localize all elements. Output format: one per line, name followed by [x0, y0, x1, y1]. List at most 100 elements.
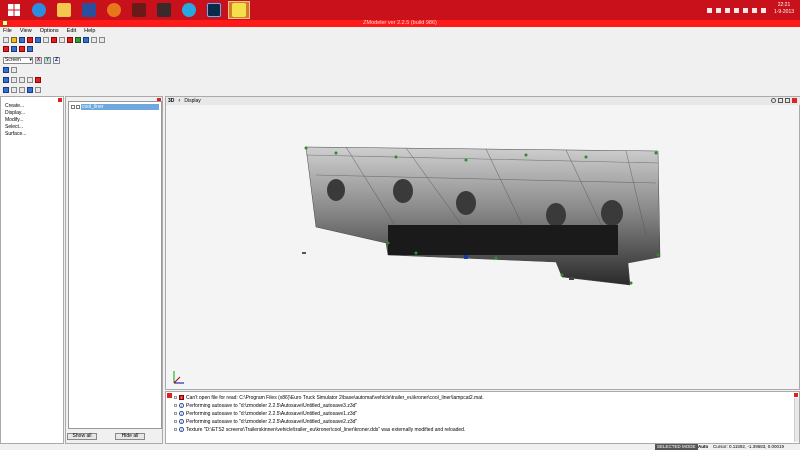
tray-app-icon[interactable]	[725, 7, 730, 13]
info-icon: i	[179, 403, 184, 408]
log-text: Performing autosave to "d:\zmodeler 2.2.…	[186, 418, 358, 425]
rotate-tool-icon[interactable]	[19, 46, 25, 52]
file-explorer-icon[interactable]	[53, 1, 75, 19]
clock[interactable]: 22:21 1-9-2013	[774, 2, 794, 16]
log-text: Performing autosave to "d:\zmodeler 2.2.…	[186, 402, 358, 409]
pick-icon[interactable]	[27, 87, 33, 93]
expand-icon[interactable]	[174, 404, 177, 407]
tray-app-icon[interactable]	[716, 7, 721, 13]
visibility-checkbox[interactable]	[76, 105, 80, 109]
game-icon[interactable]	[153, 1, 175, 19]
tray-arrow-icon[interactable]	[707, 7, 712, 13]
copy-icon[interactable]	[35, 37, 41, 43]
firefox-icon[interactable]	[103, 1, 125, 19]
console-close-icon[interactable]	[167, 393, 172, 398]
menu-view[interactable]: View	[20, 28, 32, 34]
restore-icon[interactable]	[778, 98, 783, 103]
menu-help[interactable]: Help	[84, 28, 95, 34]
close-icon[interactable]	[792, 98, 797, 103]
move-tool-icon[interactable]	[11, 46, 17, 52]
save-app-icon[interactable]	[78, 1, 100, 19]
log-text: Can't open file for read: C:\Program Fil…	[186, 394, 484, 401]
tray-network-icon[interactable]	[752, 7, 757, 13]
hide-all-button[interactable]: Hide all	[115, 433, 145, 440]
axis-z-button[interactable]: Z	[53, 56, 60, 64]
save-icon[interactable]	[19, 37, 25, 43]
view-select[interactable]: Screen ▾	[3, 56, 33, 64]
lasso-icon[interactable]	[19, 87, 25, 93]
ets2-icon[interactable]	[128, 1, 150, 19]
dropdown-icon[interactable]	[11, 67, 17, 73]
menu-file[interactable]: File	[3, 28, 12, 34]
photoshop-icon[interactable]	[203, 1, 225, 19]
expand-icon[interactable]	[71, 105, 75, 109]
dropdown-icon[interactable]	[35, 87, 41, 93]
grid-icon[interactable]	[91, 37, 97, 43]
command-modify[interactable]: Modify...	[5, 117, 24, 123]
menu-options[interactable]: Options	[40, 28, 59, 34]
select-vertex-icon[interactable]	[3, 77, 9, 83]
command-surface[interactable]: Surface...	[5, 131, 26, 137]
record-icon[interactable]	[67, 37, 73, 43]
redo-icon[interactable]	[99, 37, 105, 43]
expand-icon[interactable]	[174, 396, 177, 399]
close-icon[interactable]	[58, 98, 62, 102]
close-icon[interactable]	[794, 393, 798, 397]
undo-icon[interactable]	[51, 37, 57, 43]
box-select-icon[interactable]	[11, 87, 17, 93]
internet-explorer-icon[interactable]	[28, 1, 50, 19]
log-line: i Texture "D:\ETS2 screens\Trailerskinne…	[174, 426, 465, 433]
scale-tool-icon[interactable]	[27, 46, 33, 52]
show-all-button[interactable]: Show all	[67, 433, 97, 440]
zmodeler-icon[interactable]	[228, 1, 250, 19]
maximize-icon[interactable]	[785, 98, 790, 103]
log-text: Texture "D:\ETS2 screens\Trailerskinnen\…	[186, 426, 466, 433]
select-tool-icon[interactable]	[3, 46, 9, 52]
tree-node[interactable]: cool_liner	[71, 104, 159, 110]
zoom-icon[interactable]	[771, 98, 776, 103]
refresh-icon[interactable]	[83, 37, 89, 43]
skype-icon[interactable]	[178, 1, 200, 19]
select-object-icon[interactable]	[27, 77, 33, 83]
console-scrollbar[interactable]	[794, 398, 799, 442]
delete-icon[interactable]	[27, 37, 33, 43]
log-line: i Performing autosave to "d:\zmodeler 2.…	[174, 410, 357, 417]
tree-node-label[interactable]: cool_liner	[81, 104, 159, 110]
command-display[interactable]: Display...	[5, 110, 25, 116]
select-edge-icon[interactable]	[11, 77, 17, 83]
open-icon[interactable]	[11, 37, 17, 43]
command-create[interactable]: Create...	[5, 103, 24, 109]
clock-time: 22:21	[777, 2, 791, 8]
expand-icon[interactable]	[174, 420, 177, 423]
selection-mode-icon[interactable]	[3, 67, 9, 73]
tray-app-icon[interactable]	[734, 7, 739, 13]
axis-y-button[interactable]: Y	[44, 56, 51, 64]
tray-volume-icon[interactable]	[761, 7, 766, 13]
command-select[interactable]: Select...	[5, 124, 23, 130]
dropdown-icon[interactable]	[43, 37, 49, 43]
clock-date: 1-9-2013	[773, 9, 794, 15]
filter-icon[interactable]	[3, 87, 9, 93]
render-icon[interactable]	[75, 37, 81, 43]
viewport-header: 3D ‹ Display	[166, 97, 800, 105]
windows-start-icon[interactable]	[3, 1, 25, 19]
dropdown-icon[interactable]	[59, 37, 65, 43]
viewport-mode[interactable]: 3D	[168, 98, 174, 104]
axis-x-button[interactable]: X	[35, 56, 42, 64]
selected-mode-badge[interactable]: SELECTED MODE	[655, 444, 698, 450]
new-icon[interactable]	[3, 37, 9, 43]
error-icon: !	[179, 395, 184, 400]
tray-flag-icon[interactable]	[743, 7, 748, 13]
select-face-icon[interactable]	[19, 77, 25, 83]
info-icon: i	[179, 411, 184, 416]
viewport-tab-label[interactable]: Display	[184, 98, 200, 104]
menu-edit[interactable]: Edit	[67, 28, 76, 34]
chevron-left-icon[interactable]: ‹	[178, 98, 180, 104]
system-tray	[707, 2, 766, 18]
select-all-icon[interactable]	[35, 77, 41, 83]
viewport-3d[interactable]: 3D ‹ Display	[165, 96, 800, 390]
trailer-model[interactable]	[166, 105, 799, 389]
expand-icon[interactable]	[174, 428, 177, 431]
expand-icon[interactable]	[174, 412, 177, 415]
axis-toolbar: Screen ▾ X Y Z	[0, 56, 60, 64]
